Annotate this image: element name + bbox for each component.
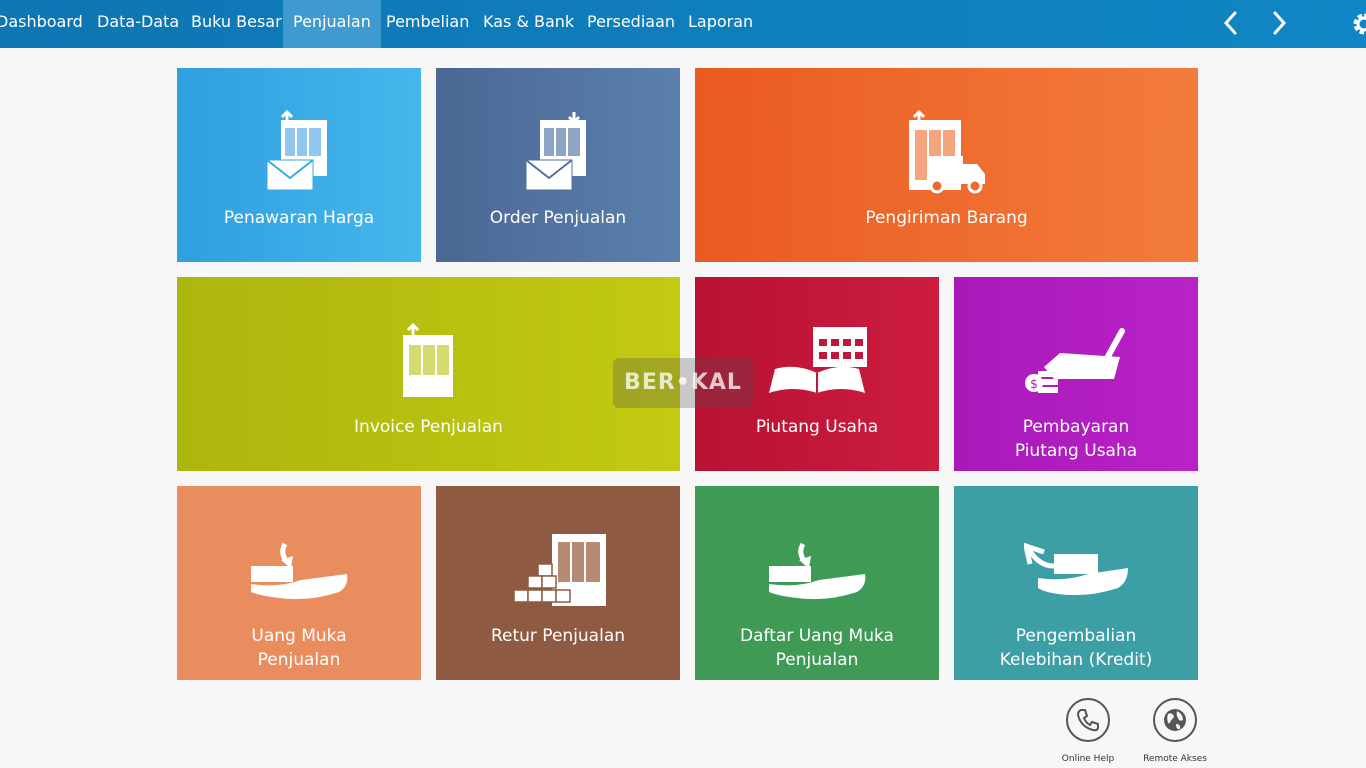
tile-label: Piutang Usaha (755, 417, 879, 437)
globe-icon (1153, 698, 1197, 742)
tile-pembayaran-piutang-usaha[interactable]: $ Pembayaran Piutang Usaha (954, 277, 1198, 471)
menu-penjualan[interactable]: Penjualan (283, 0, 381, 48)
tile-label: Piutang Usaha (1014, 441, 1138, 461)
invoice-icon (403, 323, 453, 397)
tile-daftar-uang-muka-penjualan[interactable]: Daftar Uang Muka Penjualan (695, 486, 939, 680)
chevron-right-icon[interactable] (1264, 8, 1294, 38)
tile-label: Order Penjualan (489, 208, 627, 228)
tile-order-penjualan[interactable]: Order Penjualan (436, 68, 680, 262)
remote-akses-button[interactable]: Remote Akses (1130, 698, 1220, 764)
tile-retur-penjualan[interactable]: Retur Penjualan (436, 486, 680, 680)
order-icon (525, 112, 586, 191)
tile-uang-muka-penjualan[interactable]: Uang Muka Penjualan (177, 486, 421, 680)
payment-cheque-icon: $ (1025, 328, 1125, 393)
tile-pengiriman-barang[interactable]: Pengiriman Barang (695, 68, 1198, 262)
tile-label: Pengiriman Barang (865, 208, 1028, 228)
delivery-truck-icon (909, 110, 985, 194)
tile-label: Penjualan (257, 650, 341, 670)
return-goods-icon (513, 534, 606, 606)
online-help-label: Online Help (1061, 754, 1115, 764)
menu-persediaan[interactable]: Persediaan (587, 0, 675, 48)
tile-label: Daftar Uang Muka (740, 626, 894, 646)
menu-pembelian[interactable]: Pembelian (386, 0, 469, 48)
menu-laporan[interactable]: Laporan (688, 0, 753, 48)
tile-penawaran-harga[interactable]: Penawaran Harga (177, 68, 421, 262)
tile-label: Pengembalian (1015, 626, 1137, 646)
remote-akses-label: Remote Akses (1143, 754, 1207, 764)
menu-buku-besar[interactable]: Buku Besar (191, 0, 282, 48)
tile-label: Penawaran Harga (223, 208, 375, 228)
chevron-left-icon[interactable] (1216, 8, 1246, 38)
calendar-book-icon (769, 327, 867, 393)
tile-label: Uang Muka (251, 626, 347, 646)
watermark-logo: BER•KAL (613, 358, 753, 408)
tile-label: Penjualan (775, 650, 859, 670)
top-menu-bar: Dashboard Data-Data Buku Besar Penjualan… (0, 0, 1366, 48)
tile-pengembalian-kelebihan-kredit[interactable]: Pengembalian Kelebihan (Kredit) (954, 486, 1198, 680)
hand-money-icon (251, 542, 348, 600)
tile-invoice-penjualan[interactable]: Invoice Penjualan (177, 277, 680, 471)
quotation-icon (266, 110, 327, 191)
tile-label: Pembayaran (1022, 417, 1130, 437)
svg-text:$: $ (1030, 377, 1038, 391)
tile-label: Retur Penjualan (490, 626, 626, 646)
tile-label: Invoice Penjualan (354, 417, 503, 437)
phone-icon (1066, 698, 1110, 742)
menu-data-data[interactable]: Data-Data (97, 0, 179, 48)
tile-label: Kelebihan (Kredit) (999, 650, 1153, 670)
online-help-button[interactable]: Online Help (1043, 698, 1133, 764)
refund-icon (1024, 542, 1128, 596)
menu-dashboard[interactable]: Dashboard (0, 0, 83, 48)
gear-icon[interactable] (1350, 10, 1366, 38)
hand-money-list-icon (769, 542, 866, 600)
menu-kas-bank[interactable]: Kas & Bank (483, 0, 574, 48)
